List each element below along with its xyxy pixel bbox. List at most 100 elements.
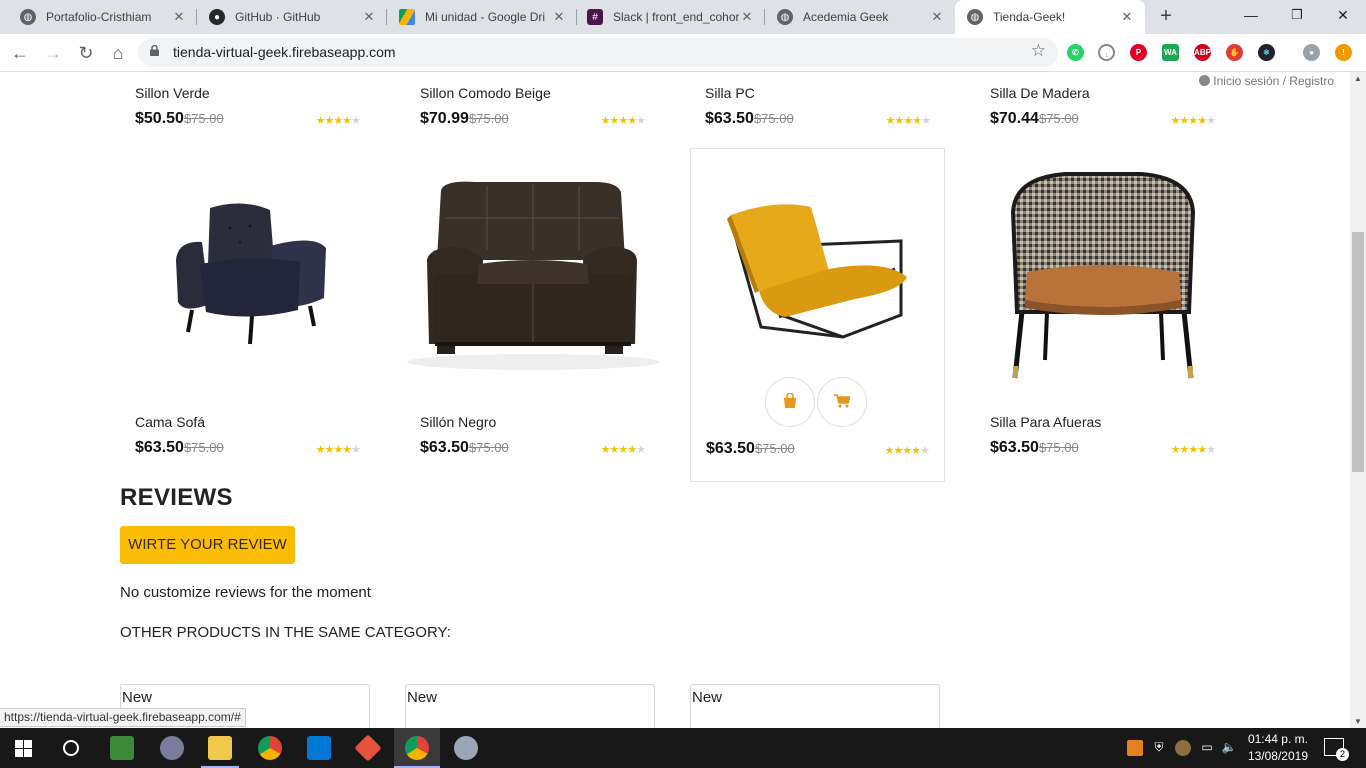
product-name: Sillón Negro — [420, 414, 497, 430]
old-price: $75.00 — [183, 111, 224, 126]
globe-icon: ◍ — [777, 9, 793, 25]
page-scrollbar[interactable]: ▲ ▼ — [1350, 72, 1366, 728]
new-badge: New — [407, 689, 438, 706]
product-card[interactable]: Silla Para Afueras $63.50$75.00 ★★★★★ — [975, 148, 1230, 482]
product-card[interactable]: Sillon Verde $50.50$75.00 ★★★★★ — [120, 72, 375, 132]
back-arrow-icon[interactable]: ← — [8, 41, 32, 65]
paint-app-icon[interactable] — [160, 736, 184, 760]
shopping-bag-button[interactable] — [765, 377, 815, 427]
drive-icon — [399, 9, 415, 25]
add-to-cart-button[interactable] — [817, 377, 867, 427]
close-tab-icon[interactable]: ✕ — [171, 9, 187, 25]
bookmark-star-icon[interactable]: ☆ — [1031, 41, 1046, 61]
scrollbar-thumb[interactable] — [1352, 232, 1364, 472]
reload-icon[interactable]: ↻ — [74, 41, 98, 65]
windows-start-icon[interactable] — [15, 740, 32, 757]
tab-google-drive[interactable]: Mi unidad - Google Dri ✕ — [387, 0, 577, 34]
related-product-card[interactable]: New — [690, 684, 940, 728]
product-name: Sillon Verde — [135, 85, 210, 101]
tab-portafolio[interactable]: ◍ Portafolio-Cristhiam ✕ — [0, 0, 197, 34]
product-card[interactable]: Sillón Negro $63.50$75.00 ★★★★★ — [405, 148, 660, 482]
browser-toolbar: ← → ↻ ⌂ tienda-virtual-geek.firebaseapp.… — [0, 34, 1366, 72]
product-price: $50.50$75.00 — [135, 110, 224, 127]
write-review-button[interactable]: WIRTE YOUR REVIEW — [120, 526, 295, 564]
close-tab-icon[interactable]: ✕ — [739, 9, 755, 25]
old-price: $75.00 — [468, 111, 509, 126]
old-price: $75.00 — [1038, 440, 1079, 455]
notifications-icon[interactable]: 2 — [1324, 738, 1349, 761]
tab-label: Acedemia Geek — [803, 10, 889, 24]
pinterest-extension-icon[interactable]: P — [1130, 44, 1147, 61]
forward-arrow-icon[interactable]: → — [41, 41, 65, 65]
product-actions — [765, 377, 869, 427]
url-text: tienda-virtual-geek.firebaseapp.com — [173, 44, 396, 60]
chrome-icon[interactable] — [258, 736, 282, 760]
scroll-down-arrow-icon[interactable]: ▼ — [1354, 717, 1362, 726]
rating-stars: ★★★★★ — [315, 115, 361, 127]
volume-icon[interactable]: 🔈 — [1221, 740, 1237, 756]
whatsapp-extension-icon[interactable]: ✆ — [1067, 44, 1084, 61]
scroll-up-arrow-icon[interactable]: ▲ — [1354, 74, 1362, 83]
close-tab-icon[interactable]: ✕ — [1119, 9, 1135, 25]
tab-github[interactable]: ● GitHub · GitHub ✕ — [197, 0, 387, 34]
no-reviews-text: No customize reviews for the moment — [120, 584, 371, 601]
close-window-button[interactable]: ✕ — [1320, 0, 1366, 30]
git-icon[interactable] — [354, 734, 382, 762]
globe-icon: ◍ — [20, 9, 36, 25]
slack-icon: # — [587, 9, 603, 25]
product-name: Silla PC — [705, 85, 755, 101]
related-product-card[interactable]: New — [405, 684, 655, 728]
file-explorer-icon[interactable] — [208, 736, 232, 760]
cart-icon — [834, 394, 852, 408]
minimize-button[interactable]: — — [1228, 0, 1274, 30]
rating-stars: ★★★★★ — [315, 444, 361, 456]
status-bar-url: https://tienda-virtual-geek.firebaseapp.… — [0, 708, 246, 727]
tab-academia-geek[interactable]: ◍ Acedemia Geek ✕ — [765, 0, 955, 34]
old-price: $75.00 — [183, 440, 224, 455]
wa-extension-icon[interactable]: WA — [1162, 44, 1179, 61]
notification-count: 2 — [1336, 748, 1349, 761]
product-price: $63.50$75.00 — [420, 439, 509, 456]
download-extension-icon[interactable]: ↓ — [1098, 44, 1115, 61]
new-tab-button[interactable]: + — [1155, 6, 1177, 28]
close-tab-icon[interactable]: ✕ — [551, 9, 567, 25]
rating-stars: ★★★★★ — [884, 445, 930, 457]
tab-label: Mi unidad - Google Dri — [425, 10, 546, 24]
home-icon[interactable]: ⌂ — [106, 41, 130, 65]
tab-label: Slack | front_end_cohor — [613, 10, 739, 24]
tab-slack[interactable]: # Slack | front_end_cohor ✕ — [577, 0, 765, 34]
address-bar[interactable]: tienda-virtual-geek.firebaseapp.com ☆ — [138, 38, 1058, 67]
windows-taskbar: ⛨ ▭ 🔈 01:44 p. m. 13/08/2019 2 — [0, 728, 1366, 768]
close-tab-icon[interactable]: ✕ — [929, 9, 945, 25]
product-card[interactable]: Sillon Comodo Beige $70.99$75.00 ★★★★★ — [405, 72, 660, 132]
tab-tienda-geek[interactable]: ◍ Tienda-Geek! ✕ — [955, 0, 1145, 34]
profile-avatar-icon[interactable]: ● — [1303, 44, 1320, 61]
network-app-icon[interactable] — [110, 736, 134, 760]
product-name: Silla De Madera — [990, 85, 1090, 101]
rating-stars: ★★★★★ — [600, 444, 646, 456]
woven-armchair-image — [1010, 172, 1196, 379]
product-card-hovered[interactable]: $63.50$75.00 ★★★★★ — [690, 148, 945, 482]
update-alert-icon[interactable]: ! — [1335, 44, 1352, 61]
cortana-search-icon[interactable] — [62, 739, 80, 757]
shield-icon[interactable]: ⛨ — [1151, 740, 1167, 756]
paint-3d-icon[interactable] — [454, 736, 478, 760]
tab-strip: ◍ Portafolio-Cristhiam ✕ ● GitHub · GitH… — [0, 0, 1366, 34]
tab-label: GitHub · GitHub — [235, 10, 321, 24]
restore-button[interactable]: ❐ — [1274, 0, 1320, 30]
chrome-active-icon[interactable] — [405, 736, 429, 760]
system-clock[interactable]: 01:44 p. m. 13/08/2019 — [1248, 731, 1308, 765]
react-devtools-icon[interactable]: ⚛ — [1258, 44, 1275, 61]
product-card[interactable]: Silla De Madera $70.44$75.00 ★★★★★ — [975, 72, 1230, 132]
tray-app2-icon[interactable] — [1175, 740, 1191, 756]
product-price: $63.50$75.00 — [706, 440, 795, 457]
tab-label: Portafolio-Cristhiam — [46, 10, 152, 24]
product-card[interactable]: Cama Sofá $63.50$75.00 ★★★★★ — [120, 148, 375, 482]
tray-app-icon[interactable] — [1127, 740, 1143, 756]
network-icon[interactable]: ▭ — [1199, 740, 1215, 756]
product-card[interactable]: Silla PC $63.50$75.00 ★★★★★ — [690, 72, 945, 132]
stop-extension-icon[interactable]: ✋ — [1226, 44, 1243, 61]
adblock-extension-icon[interactable]: ABP — [1194, 44, 1211, 61]
close-tab-icon[interactable]: ✕ — [361, 9, 377, 25]
vscode-icon[interactable] — [307, 736, 331, 760]
